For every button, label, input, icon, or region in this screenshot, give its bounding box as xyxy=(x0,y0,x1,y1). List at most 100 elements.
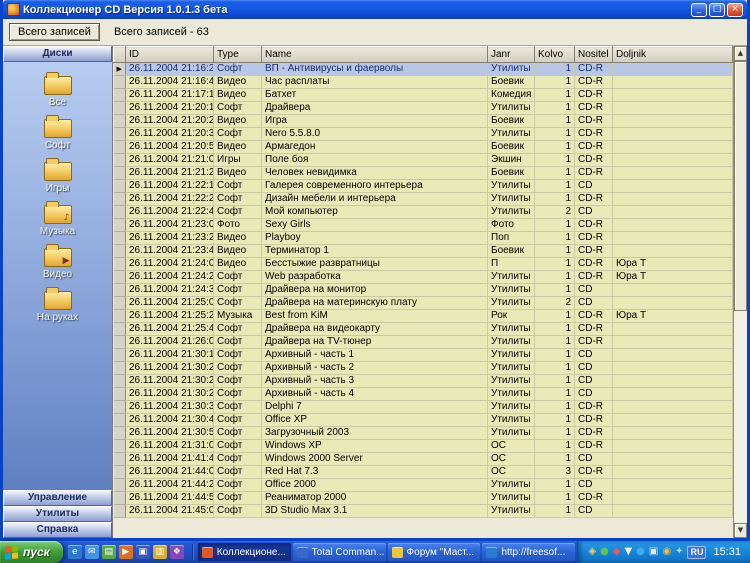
cell-name: Галерея современного интерьера xyxy=(261,179,488,193)
tray-icon-2[interactable]: ● xyxy=(600,547,609,557)
close-button[interactable]: × xyxy=(727,2,743,17)
scroll-up-button[interactable]: ▲ xyxy=(734,46,747,61)
row-indicator: ▶ xyxy=(113,62,126,76)
taskbar-task-button[interactable]: http://freesof... xyxy=(482,543,576,561)
table-row[interactable]: 26.11.2004 21:45:07 Софт 3D Studio Max 3.1… xyxy=(113,504,733,518)
show-desktop-icon[interactable]: ▤ xyxy=(101,545,116,559)
sidebar-header-disks[interactable]: Диски xyxy=(3,46,112,62)
outlook-express-icon[interactable]: ✉ xyxy=(84,545,99,559)
floppy-icon[interactable]: ▣ xyxy=(135,545,150,559)
folder-icon[interactable]: ▥ xyxy=(152,545,167,559)
table-row[interactable]: 26.11.2004 21:22:40 Софт Мой компьютер Утил… xyxy=(113,205,733,219)
tray-icon-6[interactable]: ▣ xyxy=(649,547,658,557)
scroll-down-button[interactable]: ▼ xyxy=(734,523,747,538)
app-shortcut-icon[interactable]: ❖ xyxy=(169,545,184,559)
table-row[interactable]: 26.11.2004 21:23:22 Видео Playboy Поп 1 CD-R xyxy=(113,231,733,245)
vertical-scrollbar[interactable]: ▲ ▼ xyxy=(733,46,747,538)
table-row[interactable]: 26.11.2004 21:23:08 Фото Sexy Girls Фото 1 CD… xyxy=(113,218,733,232)
table-row[interactable]: 26.11.2004 21:41:45 Софт Windows 2000 Serv… xyxy=(113,452,733,466)
table-row[interactable]: 26.11.2004 21:26:06 Софт Драйвера на TV-тю… xyxy=(113,335,733,349)
scrollbar-track[interactable] xyxy=(734,311,747,523)
table-row[interactable]: ▶ 26.11.2004 21:16:29 Софт ВП - Антивирусы … xyxy=(113,62,733,76)
table-row[interactable]: 26.11.2004 21:25:49 Софт Драйвера на видео… xyxy=(113,322,733,336)
cell-nositel: CD-R xyxy=(574,140,613,154)
table-row[interactable]: 26.11.2004 21:22:19 Софт Галерея современн… xyxy=(113,179,733,193)
sidebar-item-Видео[interactable]: ▶ Видео xyxy=(3,242,112,280)
taskbar-task-button[interactable]: Коллекционе... xyxy=(197,543,291,561)
table-row[interactable]: 26.11.2004 21:25:27 Музыка Best from KiM Ро… xyxy=(113,309,733,323)
tray-icon-8[interactable]: ✦ xyxy=(675,547,683,557)
column-header-type[interactable]: Type xyxy=(213,46,262,63)
sidebar-section[interactable]: Справка xyxy=(3,522,112,538)
table-row[interactable]: 26.11.2004 21:24:38 Софт Драйвера на монит… xyxy=(113,283,733,297)
cell-type: Софт xyxy=(213,400,262,414)
scrollbar-thumb[interactable] xyxy=(734,61,747,311)
internet-explorer-icon[interactable]: e xyxy=(67,545,82,559)
column-header-nositel[interactable]: Nositel xyxy=(574,46,613,63)
row-indicator xyxy=(113,257,126,271)
records-table: ID Type Name Janr Kolvo Nositel Doljnik ▶ 26.11… xyxy=(113,46,733,518)
system-tray: ◈ ● ◆ ▼ ● ▣ ◉ ✦ RU 15:31 xyxy=(577,541,750,563)
table-row[interactable]: 26.11.2004 21:30:12 Софт Архивный - часть … xyxy=(113,348,733,362)
table-row[interactable]: 26.11.2004 21:22:28 Софт Дизайн мебели и и… xyxy=(113,192,733,206)
table-row[interactable]: 26.11.2004 21:44:03 Софт Red Hat 7.3 ОС 3 CD-… xyxy=(113,465,733,479)
sidebar-item-На руках[interactable]: На руках xyxy=(3,285,112,323)
table-row[interactable]: 26.11.2004 21:25:02 Софт Драйвера на матер… xyxy=(113,296,733,310)
media-player-icon[interactable]: ▶ xyxy=(118,545,133,559)
row-indicator xyxy=(113,140,126,154)
table-row[interactable]: 26.11.2004 21:16:43 Видео Час расплаты Боев… xyxy=(113,75,733,89)
table-row[interactable]: 26.11.2004 21:44:25 Софт Office 2000 Утилит… xyxy=(113,478,733,492)
table-row[interactable]: 26.11.2004 21:20:56 Видео Армагедон Боевик 1… xyxy=(113,140,733,154)
sidebar-item-Софт[interactable]: Софт xyxy=(3,113,112,151)
records-count-button[interactable]: Всего записей xyxy=(9,23,100,41)
language-indicator[interactable]: RU xyxy=(687,545,707,559)
sidebar-section[interactable]: Утилиты xyxy=(3,506,112,522)
table-row[interactable]: 26.11.2004 21:20:37 Софт Nero 5.5.8.0 Утили… xyxy=(113,127,733,141)
row-indicator xyxy=(113,374,126,388)
column-header-kolvo[interactable]: Kolvo xyxy=(534,46,575,63)
start-button[interactable]: пуск xyxy=(0,541,63,563)
sidebar-item-Музыка[interactable]: ♪ Музыка xyxy=(3,199,112,237)
cell-doljnik: Юра Т xyxy=(612,309,733,323)
table-row[interactable]: 26.11.2004 21:23:43 Видео Терминатор 1 Боев… xyxy=(113,244,733,258)
maximize-button[interactable]: □ xyxy=(709,2,725,17)
sidebar-section[interactable]: Управление xyxy=(3,490,112,506)
table-row[interactable]: 26.11.2004 21:24:09 Видео Бесстыжие развра… xyxy=(113,257,733,271)
column-header-doljnik[interactable]: Doljnik xyxy=(612,46,733,63)
titlebar[interactable]: Коллекционер CD Версия 1.0.1.3 бета _ □ … xyxy=(3,0,747,19)
table-row[interactable]: 26.11.2004 21:44:52 Софт Реаниматор 2000 Ут… xyxy=(113,491,733,505)
table-row[interactable]: 26.11.2004 21:30:47 Софт Office XP Утилиты 1… xyxy=(113,413,733,427)
cell-type: Видео xyxy=(213,244,262,258)
cell-doljnik xyxy=(612,179,733,193)
table-row[interactable]: 26.11.2004 21:20:12 Софт Драйвера Утилиты 1 C… xyxy=(113,101,733,115)
tray-icon-7[interactable]: ◉ xyxy=(662,547,671,557)
table-row[interactable]: 26.11.2004 21:24:24 Софт Web разработка Ути… xyxy=(113,270,733,284)
tray-icon-5[interactable]: ● xyxy=(636,547,645,557)
table-row[interactable]: 26.11.2004 21:30:26 Софт Архивный - часть … xyxy=(113,387,733,401)
table-row[interactable]: 26.11.2004 21:21:06 Игры Поле боя Экшин 1 CD-… xyxy=(113,153,733,167)
cell-kolvo: 1 xyxy=(534,244,575,258)
table-row[interactable]: 26.11.2004 21:20:24 Видео Игра Боевик 1 CD-R xyxy=(113,114,733,128)
table-row[interactable]: 26.11.2004 21:30:21 Софт Архивный - часть … xyxy=(113,361,733,375)
taskbar-task-button[interactable]: Total Comman... xyxy=(292,543,386,561)
table-row[interactable]: 26.11.2004 21:30:39 Софт Delphi 7 Утилиты 1 C… xyxy=(113,400,733,414)
cell-janr: Боевик xyxy=(487,166,535,180)
column-header-id[interactable]: ID xyxy=(125,46,214,63)
minimize-button[interactable]: _ xyxy=(691,2,707,17)
column-header-janr[interactable]: Janr xyxy=(487,46,535,63)
table-row[interactable]: 26.11.2004 21:30:23 Софт Архивный - часть … xyxy=(113,374,733,388)
cell-doljnik xyxy=(612,114,733,128)
table-row[interactable]: 26.11.2004 21:21:23 Видео Человек невидимк… xyxy=(113,166,733,180)
tray-icon-1[interactable]: ◈ xyxy=(588,547,596,557)
tray-icon-4[interactable]: ▼ xyxy=(624,547,632,557)
table-row[interactable]: 26.11.2004 21:31:06 Софт Windows XP ОС 1 CD-R xyxy=(113,439,733,453)
taskbar-task-button[interactable]: Форум "Маст... xyxy=(387,543,481,561)
column-header-name[interactable]: Name xyxy=(261,46,488,63)
taskbar-separator xyxy=(191,544,193,560)
tray-icon-3[interactable]: ◆ xyxy=(613,547,621,557)
table-row[interactable]: 26.11.2004 21:30:59 Софт Загрузочный 2003 У… xyxy=(113,426,733,440)
sidebar-item-Все[interactable]: Все xyxy=(3,70,112,108)
sidebar-item-Игры[interactable]: Игры xyxy=(3,156,112,194)
cell-nositel: CD-R xyxy=(574,192,613,206)
table-row[interactable]: 26.11.2004 21:17:11 Видео Батхет Комедия 1 CD… xyxy=(113,88,733,102)
